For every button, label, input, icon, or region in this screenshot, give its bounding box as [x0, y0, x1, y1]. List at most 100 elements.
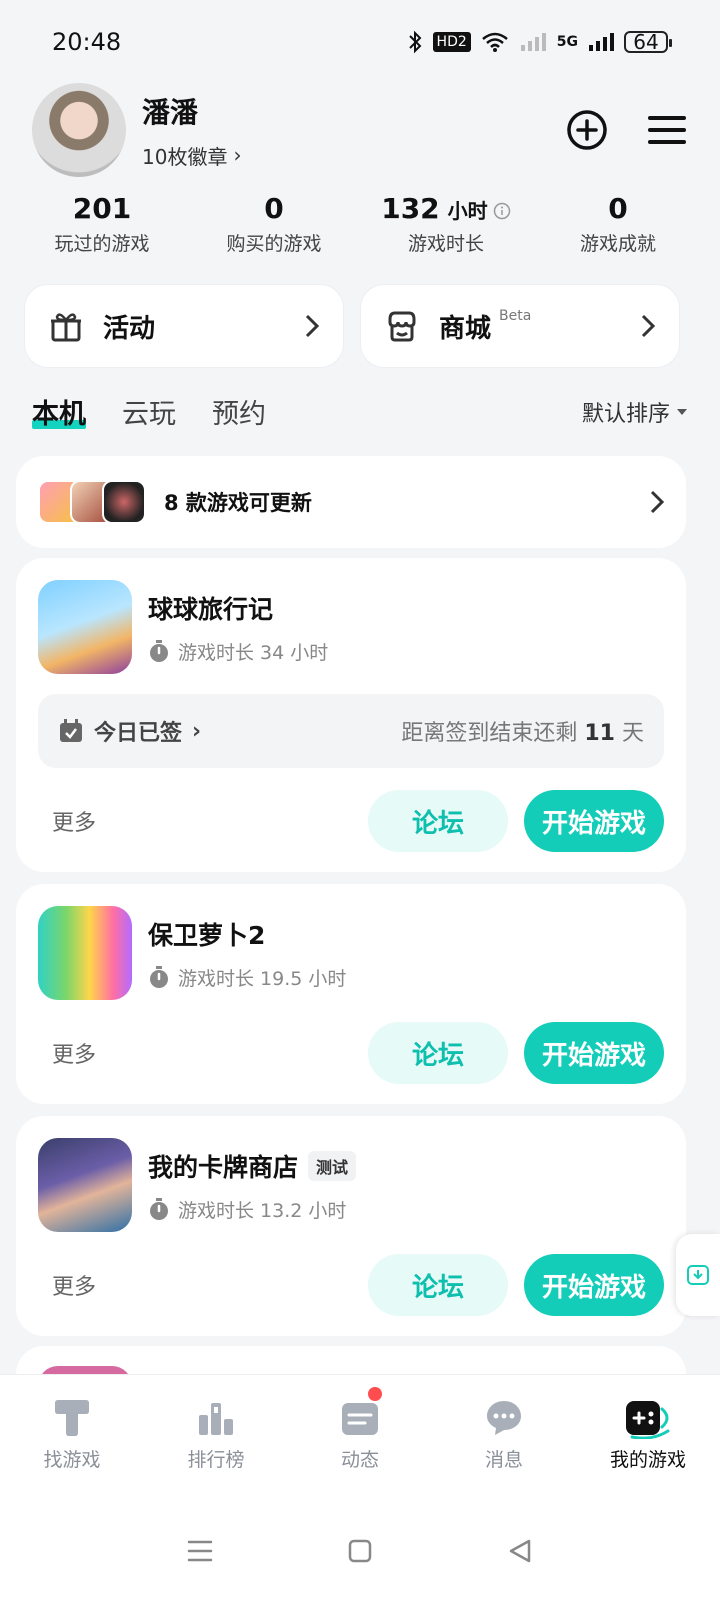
game-play-time: 游戏时长 19.5 小时	[148, 964, 346, 991]
game-card: 我的卡牌商店 测试 游戏时长 13.2 小时 更多 论坛 开始游戏	[16, 1116, 686, 1336]
checkin-label: 今日已签	[94, 721, 183, 746]
game-time-text: 游戏时长 34 小时	[178, 641, 329, 664]
caret-down-icon	[677, 408, 687, 415]
activity-label: 活动	[103, 313, 156, 344]
find-game-icon	[55, 1400, 89, 1436]
chevron-right-icon	[650, 490, 664, 514]
nav-feed[interactable]: 动态	[288, 1375, 432, 1494]
calendar-check-icon	[60, 719, 82, 742]
stat-purchased-games[interactable]: 0 购买的游戏	[188, 192, 360, 256]
tab-reserve[interactable]: 预约	[212, 392, 266, 431]
stat-label: 游戏成就	[579, 233, 656, 255]
game-title: 我的卡牌商店 测试	[148, 1148, 357, 1184]
checkin-prefix: 距离签到结束还剩	[401, 721, 578, 746]
status-icons: HD2 5G 64	[407, 30, 672, 54]
game-head[interactable]: 球球旅行记 游戏时长 34 小时	[38, 580, 664, 674]
checkin-suffix: 天	[621, 721, 644, 746]
game-head[interactable]: 保卫萝卜2 游戏时长 19.5 小时	[38, 906, 664, 1000]
nav-label: 消息	[484, 1449, 523, 1471]
more-button[interactable]: 更多	[52, 1037, 96, 1069]
stopwatch-icon	[150, 640, 168, 662]
stat-unit: 小时	[447, 199, 488, 223]
gift-icon	[51, 313, 81, 342]
sort-label: 默认排序	[581, 401, 670, 427]
nav-label: 排行榜	[187, 1449, 245, 1471]
game-meta: 球球旅行记 游戏时长 34 小时	[148, 590, 328, 665]
sort-dropdown[interactable]: 默认排序	[582, 396, 688, 428]
recent-apps-icon[interactable]	[187, 1539, 213, 1563]
badges-link[interactable]: 10枚徽章 ›	[142, 141, 566, 170]
stat-played-games[interactable]: 201 玩过的游戏	[16, 192, 188, 256]
game-icon[interactable]	[38, 906, 132, 1000]
stopwatch-icon	[150, 1198, 168, 1220]
floating-download-tab[interactable]	[676, 1234, 720, 1316]
stat-label: 购买的游戏	[226, 233, 322, 255]
stat-value: 0	[264, 192, 284, 225]
game-actions: 更多 论坛 开始游戏	[38, 1022, 664, 1084]
forum-button[interactable]: 论坛	[368, 1254, 508, 1316]
signal-weak-icon	[520, 33, 546, 51]
nav-label: 找游戏	[43, 1449, 101, 1471]
my-games-icon	[626, 1401, 670, 1439]
forum-button[interactable]: 论坛	[368, 790, 508, 852]
activity-card[interactable]: 活动	[24, 284, 344, 368]
shop-label: 商城	[439, 313, 492, 344]
forum-button[interactable]: 论坛	[368, 1022, 508, 1084]
badges-label: 10枚徽章	[142, 144, 228, 169]
chevron-right-icon: ›	[192, 718, 202, 744]
menu-button[interactable]	[646, 109, 688, 151]
game-play-time: 游戏时长 13.2 小时	[148, 1196, 356, 1223]
stat-label: 玩过的游戏	[54, 233, 150, 255]
game-actions: 更多 论坛 开始游戏	[38, 1254, 664, 1316]
stopwatch-icon	[150, 966, 168, 988]
nav-label: 动态	[340, 1449, 379, 1471]
game-meta: 我的卡牌商店 测试 游戏时长 13.2 小时	[148, 1148, 357, 1223]
more-button[interactable]: 更多	[52, 805, 96, 837]
profile-name[interactable]: 潘潘	[142, 91, 566, 131]
menu-icon	[648, 116, 686, 144]
start-game-button[interactable]: 开始游戏	[524, 1022, 664, 1084]
bluetooth-icon	[408, 30, 421, 54]
stat-achievements[interactable]: 0 游戏成就	[532, 192, 704, 256]
notification-dot	[368, 1387, 382, 1401]
game-icon[interactable]	[38, 1138, 132, 1232]
checkin-bar[interactable]: 今日已签 › 距离签到结束还剩 11 天	[38, 694, 664, 768]
beta-badge: Beta	[499, 308, 532, 324]
avatar[interactable]	[32, 83, 126, 177]
nav-my-games[interactable]: 我的游戏	[576, 1375, 720, 1494]
battery-indicator: 64	[624, 30, 672, 54]
tab-local[interactable]: 本机	[32, 392, 86, 431]
checkin-remaining: 距离签到结束还剩 11 天	[401, 715, 644, 747]
home-icon[interactable]	[347, 1538, 373, 1564]
tab-cloud[interactable]: 云玩	[122, 392, 176, 431]
stat-play-time[interactable]: 132 小时 游戏时长	[360, 192, 532, 256]
shop-card[interactable]: 商城 Beta	[360, 284, 680, 368]
add-button[interactable]	[566, 109, 608, 151]
game-icon[interactable]	[38, 580, 132, 674]
start-game-button[interactable]: 开始游戏	[524, 790, 664, 852]
nav-messages[interactable]: 消息	[432, 1375, 576, 1494]
nav-find-game[interactable]: 找游戏	[0, 1375, 144, 1494]
signal-5g-label: 5G	[556, 34, 578, 50]
stat-value: 0	[608, 192, 628, 225]
chevron-right-icon: ›	[233, 143, 242, 167]
back-icon[interactable]	[507, 1538, 533, 1564]
more-button[interactable]: 更多	[52, 1269, 96, 1301]
game-time-text: 游戏时长 13.2 小时	[178, 1199, 347, 1222]
signal-strong-icon	[589, 33, 614, 51]
game-title-text: 我的卡牌商店	[148, 1152, 299, 1182]
status-bar: 20:48 HD2 5G 64	[0, 0, 720, 84]
system-nav-bar	[0, 1494, 720, 1608]
shop-icon	[388, 311, 416, 342]
checkin-status: 今日已签 ›	[58, 715, 201, 747]
chevron-right-icon	[305, 314, 319, 338]
start-game-button[interactable]: 开始游戏	[524, 1254, 664, 1316]
nav-ranking[interactable]: 排行榜	[144, 1375, 288, 1494]
info-icon[interactable]	[493, 202, 511, 220]
game-card: 保卫萝卜2 游戏时长 19.5 小时 更多 论坛 开始游戏	[16, 884, 686, 1104]
plus-circle-icon	[567, 110, 607, 150]
update-banner[interactable]: 8 款游戏可更新	[16, 456, 686, 548]
game-head[interactable]: 我的卡牌商店 测试 游戏时长 13.2 小时	[38, 1138, 664, 1232]
game-play-time: 游戏时长 34 小时	[148, 638, 328, 665]
quick-cards: 活动 商城 Beta	[24, 284, 680, 368]
